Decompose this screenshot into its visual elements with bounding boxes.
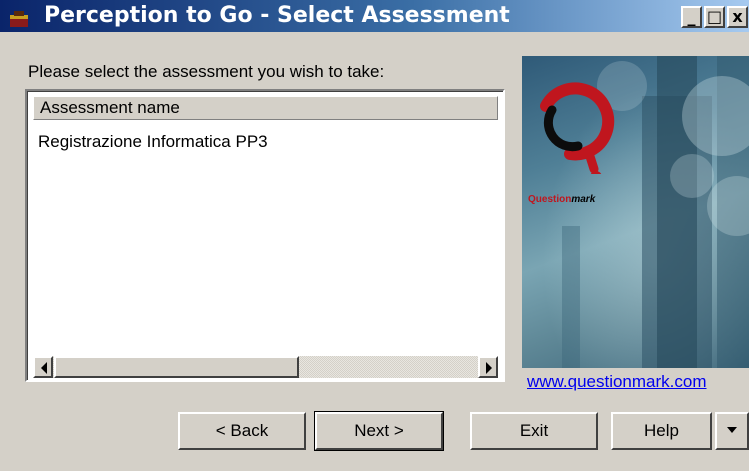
maximize-icon: □ <box>706 7 723 26</box>
brand-suffix: mark <box>571 194 596 205</box>
assessment-list[interactable]: Assessment name Registrazione Informatic… <box>25 89 505 382</box>
maximize-button[interactable]: □ <box>704 6 725 28</box>
column-header-assessment-name[interactable]: Assessment name <box>33 96 498 120</box>
brand-name: Question <box>528 194 572 205</box>
select-assessment-window: Perception to Go - Select Assessment _ □… <box>0 0 749 471</box>
list-item[interactable]: Registrazione Informatica PP3 <box>38 132 268 152</box>
help-button[interactable]: Help <box>611 412 712 450</box>
scroll-left-button[interactable] <box>33 356 53 378</box>
horizontal-scrollbar[interactable] <box>33 356 498 378</box>
questionmark-website-link[interactable]: www.questionmark.com <box>527 372 707 392</box>
back-button[interactable]: < Back <box>178 412 306 450</box>
next-button[interactable]: Next > <box>314 411 444 451</box>
questionmark-wordmark: Questionmark <box>528 194 595 205</box>
close-button[interactable]: x <box>727 6 748 28</box>
minimize-icon: _ <box>687 7 696 26</box>
app-icon <box>8 9 32 29</box>
window-title: Perception to Go - Select Assessment <box>44 3 510 28</box>
questionmark-banner-image: Questionmark <box>522 56 749 368</box>
questionmark-logo <box>540 82 615 174</box>
chevron-down-icon <box>727 427 737 433</box>
selection-prompt: Please select the assessment you wish to… <box>28 62 385 81</box>
scroll-right-icon <box>486 362 492 374</box>
help-dropdown-button[interactable] <box>715 412 749 450</box>
scroll-right-button[interactable] <box>478 356 498 378</box>
title-bar: Perception to Go - Select Assessment _ □… <box>0 0 749 32</box>
exit-button[interactable]: Exit <box>470 412 598 450</box>
minimize-button[interactable]: _ <box>681 6 702 28</box>
close-icon: x <box>732 7 743 26</box>
scroll-left-icon <box>41 362 47 374</box>
scroll-thumb[interactable] <box>54 356 299 378</box>
